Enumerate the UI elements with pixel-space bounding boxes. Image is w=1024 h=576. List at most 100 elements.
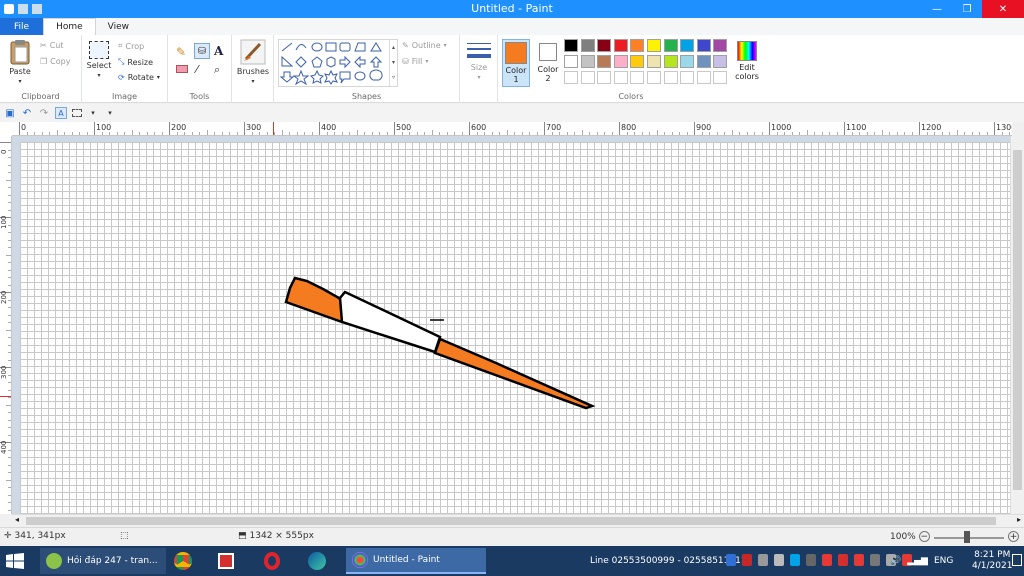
zoom-out-icon[interactable]: − <box>918 531 930 542</box>
customize-qat-icon[interactable]: ▾ <box>104 107 116 119</box>
palette-swatch[interactable] <box>696 39 711 52</box>
save-icon[interactable]: ▣ <box>4 107 16 119</box>
size-button[interactable]: Size ▾ <box>464 41 494 81</box>
palette-swatch[interactable] <box>564 39 578 52</box>
palette-swatch[interactable] <box>713 39 728 52</box>
minimize-button[interactable]: — <box>922 0 952 18</box>
drawing-canvas[interactable] <box>20 142 1010 514</box>
palette-swatch[interactable] <box>663 39 678 52</box>
taskbar-app2[interactable] <box>212 548 242 574</box>
color2-button[interactable]: Color 2 <box>534 39 562 87</box>
save-quick-icon[interactable] <box>18 4 28 14</box>
color1-button[interactable]: Color 1 <box>502 39 530 87</box>
palette-swatch[interactable] <box>647 39 661 52</box>
taskbar-opera[interactable] <box>258 548 288 574</box>
custom-color-slot[interactable] <box>564 71 578 84</box>
tray-app-icon[interactable] <box>838 554 848 566</box>
custom-color-slot[interactable] <box>680 71 695 84</box>
pencil-icon[interactable]: ✎ <box>176 45 186 59</box>
resize-button[interactable]: ⤡ Resize <box>118 57 153 67</box>
language-indicator[interactable]: ENG <box>934 556 953 566</box>
volume-icon[interactable]: 🔊 <box>890 556 901 566</box>
ruler-minor-tick <box>124 132 125 135</box>
taskbar-chrome[interactable] <box>168 548 198 574</box>
magnifier-icon[interactable]: ⌕ <box>214 63 220 77</box>
close-button[interactable]: ✕ <box>982 0 1024 18</box>
palette-swatch[interactable] <box>647 55 661 68</box>
palette-swatch[interactable] <box>713 55 728 68</box>
app-tray-icon[interactable] <box>742 554 752 566</box>
undo-quick-icon[interactable] <box>32 4 42 14</box>
palette-swatch[interactable] <box>613 39 628 52</box>
palette-swatch[interactable] <box>597 39 612 52</box>
redo-icon[interactable]: ↷ <box>38 107 50 119</box>
tray-app-icon[interactable] <box>854 554 864 566</box>
crop-button[interactable]: ⌗ Crop <box>118 41 144 51</box>
custom-color-slot[interactable] <box>647 71 661 84</box>
taskbar-item-paint[interactable]: Untitled - Paint <box>346 548 486 574</box>
tray-app-icon[interactable] <box>758 554 768 566</box>
tab-file[interactable]: File <box>0 18 44 35</box>
palette-swatch[interactable] <box>680 55 695 68</box>
paste-button[interactable]: Paste ▾ <box>6 39 34 85</box>
tab-view[interactable]: View <box>96 18 141 35</box>
tab-home[interactable]: Home <box>43 18 96 35</box>
bluetooth-icon[interactable] <box>726 554 736 566</box>
undo-icon[interactable]: ↶ <box>21 107 33 119</box>
ruler-minor-tick <box>971 132 973 135</box>
palette-swatch[interactable] <box>663 55 678 68</box>
color-picker-icon[interactable]: ⁄ <box>196 63 198 76</box>
palette-swatch[interactable] <box>680 39 695 52</box>
custom-color-slot[interactable] <box>663 71 678 84</box>
zoom-in-icon[interactable]: + <box>1008 531 1019 542</box>
notification-icon[interactable] <box>1012 554 1022 566</box>
tray-app-icon[interactable] <box>822 554 832 566</box>
palette-swatch[interactable] <box>580 55 595 68</box>
scroll-left-icon[interactable]: ◂ <box>15 515 19 524</box>
tray-app-icon[interactable] <box>774 554 784 566</box>
taskbar-item-browser-tab[interactable]: Hỏi đáp 247 - tran... <box>40 548 166 574</box>
cut-button[interactable]: ✂ Cut <box>40 41 64 50</box>
fill-bucket-icon[interactable]: ⛁ <box>194 43 210 59</box>
scroll-thumb[interactable] <box>1013 150 1022 490</box>
select-rect-icon[interactable] <box>72 109 82 117</box>
palette-swatch[interactable] <box>630 55 645 68</box>
custom-color-slot[interactable] <box>580 71 595 84</box>
restore-button[interactable]: ❐ <box>952 0 982 18</box>
palette-swatch[interactable] <box>597 55 612 68</box>
rotate-button[interactable]: ⟳ Rotate ▾ <box>118 73 160 82</box>
text-select-icon[interactable]: A <box>55 107 67 119</box>
select-button[interactable]: Select ▾ <box>86 41 112 79</box>
custom-color-slot[interactable] <box>713 71 728 84</box>
tray-app-icon[interactable] <box>870 554 880 566</box>
palette-swatch[interactable] <box>564 55 578 68</box>
tray-app-icon[interactable] <box>790 554 800 566</box>
clock[interactable]: 8:21 PM 4/1/2021 <box>972 546 1012 576</box>
edit-colors-button[interactable]: Edit colors <box>732 39 762 81</box>
brushes-button[interactable]: Brushes ▾ <box>236 39 270 85</box>
taskbar-edge[interactable] <box>302 548 332 574</box>
zoom-slider-knob[interactable] <box>964 531 970 543</box>
custom-color-slot[interactable] <box>613 71 628 84</box>
horizontal-scrollbar[interactable]: ◂ ▸ <box>12 514 1024 527</box>
eraser-icon[interactable] <box>176 65 188 73</box>
text-tool-icon[interactable]: A <box>214 44 223 58</box>
custom-color-slot[interactable] <box>630 71 645 84</box>
copy-button[interactable]: ❐ Copy <box>40 57 70 66</box>
windows-start-icon[interactable] <box>6 553 24 569</box>
chevron-down-icon[interactable]: ▾ <box>87 107 99 119</box>
outline-button[interactable]: ✎ Outline ▾ <box>402 41 447 50</box>
network-icon[interactable]: ▂▄▆ <box>907 556 928 566</box>
palette-swatch[interactable] <box>630 39 645 52</box>
custom-color-slot[interactable] <box>696 71 711 84</box>
scroll-right-icon[interactable]: ▸ <box>1017 515 1021 524</box>
shapes-scroll[interactable]: ▴ ▾ ▿ <box>389 40 397 86</box>
vertical-scrollbar[interactable] <box>1010 136 1024 514</box>
palette-swatch[interactable] <box>580 39 595 52</box>
custom-color-slot[interactable] <box>597 71 612 84</box>
scroll-thumb[interactable] <box>26 517 996 525</box>
palette-swatch[interactable] <box>613 55 628 68</box>
fill-button[interactable]: ⛁ Fill ▾ <box>402 57 428 66</box>
tray-app-icon[interactable] <box>806 554 816 566</box>
palette-swatch[interactable] <box>696 55 711 68</box>
